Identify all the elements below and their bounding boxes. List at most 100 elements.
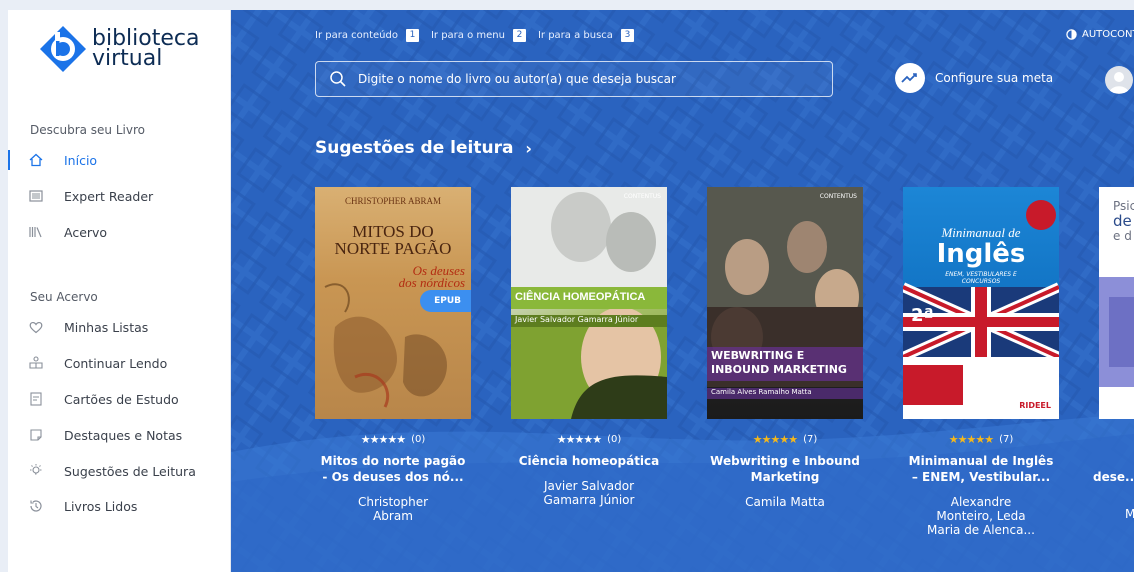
trend-icon [895, 63, 925, 93]
sidebar-item-label: Livros Lidos [64, 498, 138, 514]
book-title[interactable]: Ciência homeopática [511, 453, 667, 469]
book-title[interactable]: Webwriting e Inbound Marketing [707, 453, 863, 485]
cover-title-line: de [1113, 212, 1132, 230]
cover-author: Javier Salvador Gamarra Júnior [511, 315, 667, 327]
cover-author: Camila Alves Ramalho Matta [707, 388, 863, 399]
sidebar-item-expert-reader[interactable]: Expert Reader [8, 182, 230, 210]
sidebar-item-label: Continuar Lendo [64, 355, 168, 371]
skip-to-menu-link[interactable]: Ir para o menu 2 [431, 29, 526, 42]
skip-key: 1 [405, 29, 419, 42]
sidebar-item-label: Minhas Listas [64, 319, 149, 335]
sidebar-item-continuar-lendo[interactable]: Continuar Lendo [8, 349, 230, 377]
cover-title-line: WEBWRITING E [711, 349, 805, 362]
book-author: Christopher Abram [357, 495, 429, 523]
section-label-discover: Descubra seu Livro [30, 123, 145, 137]
book-card[interactable]: CHRISTOPHER ABRAM MITOS DO NORTE PAGÃO O… [315, 187, 471, 523]
cover-publisher: RIDEEL [1019, 401, 1051, 410]
lightbulb-icon [28, 463, 44, 479]
cover-illustration [707, 187, 863, 387]
heart-icon [28, 319, 44, 335]
cover-title-main: Inglês [936, 239, 1026, 269]
sidebar-item-livros-lidos[interactable]: Livros Lidos [8, 492, 230, 520]
cover-publisher: CONTENTUS [819, 193, 857, 200]
book-card[interactable]: Minimanual de Inglês ENEM, VESTIBULARES … [903, 187, 1059, 537]
sidebar-item-cartoes-de-estudo[interactable]: Cartões de Estudo [8, 385, 230, 413]
skip-link-label: Ir para conteúdo [315, 30, 398, 41]
cover-subtitle-line: dos nórdicos [398, 275, 465, 290]
book-card[interactable]: WEBWRITING E INBOUND MARKETING Camila Al… [707, 187, 863, 509]
library-icon [28, 224, 44, 240]
cover-title-line: INBOUND MARKETING [711, 363, 847, 376]
rating-count: (7) [803, 434, 818, 445]
book-title[interactable]: Mitos do norte pagão - Os deuses dos nó.… [315, 453, 471, 485]
skip-links: Ir para conteúdo 1 Ir para o menu 2 Ir p… [315, 29, 646, 42]
skip-link-label: Ir para a busca [537, 30, 613, 41]
user-avatar[interactable] [1105, 66, 1133, 94]
cover-author: CHRISTOPHER ABRAM [344, 196, 442, 206]
configure-goal-button[interactable]: Configure sua meta [895, 63, 1053, 93]
logo-line2: virtual [92, 46, 163, 71]
epub-badge: EPUB [420, 290, 471, 312]
logo[interactable]: biblioteca virtual [38, 24, 199, 74]
configure-goal-label: Configure sua meta [935, 71, 1054, 85]
skip-to-search-link[interactable]: Ir para a busca 3 [538, 29, 634, 42]
book-rating: ★★★★★ (7) [707, 433, 863, 446]
sidebar-item-destaques-e-notas[interactable]: Destaques e Notas [8, 421, 230, 449]
book-card[interactable]: Psic de e d ★★★★★ dese... M [1093, 187, 1134, 521]
cover-title-line: e d [1113, 229, 1132, 243]
sidebar-item-inicio[interactable]: Início [8, 146, 230, 174]
highlights-icon [28, 427, 44, 443]
section-title-text: Sugestões de leitura [315, 138, 514, 158]
book-cover[interactable]: Psic de e d [1099, 187, 1134, 419]
book-cover[interactable]: CHRISTOPHER ABRAM MITOS DO NORTE PAGÃO O… [315, 187, 471, 419]
autocontrast-toggle[interactable]: AUTOCONTRASTE [1066, 29, 1134, 40]
rating-stars-icon: ★★★★★ [360, 433, 406, 446]
search-icon [330, 71, 346, 87]
rating-count: (7) [999, 434, 1014, 445]
book-author: Javier Salvador Gamarra Júnior [543, 479, 635, 507]
section-title-suggestions[interactable]: Sugestões de leitura › [315, 138, 532, 158]
expert-reader-icon [28, 188, 44, 204]
sidebar-item-label: Expert Reader [64, 188, 154, 204]
main-content: Ir para conteúdo 1 Ir para o menu 2 Ir p… [231, 10, 1134, 572]
cover-edition: 2ª [911, 305, 934, 326]
chevron-right-icon: › [525, 138, 533, 158]
continue-reading-icon [28, 355, 44, 371]
book-cover[interactable]: CIÊNCIA HOMEOPÁTICA Javier Salvador Gama… [511, 187, 667, 419]
book-title[interactable]: Minimanual de Inglês – ENEM, Vestibular.… [903, 453, 1059, 485]
book-cover[interactable]: WEBWRITING E INBOUND MARKETING Camila Al… [707, 187, 863, 419]
search-input[interactable] [358, 72, 832, 86]
rating-count: (0) [411, 434, 426, 445]
book-title[interactable]: dese... [1093, 469, 1134, 485]
skip-link-label: Ir para o menu [430, 30, 505, 41]
skip-key: 2 [512, 29, 526, 42]
book-author: Alexandre Monteiro, Leda Maria de Alenca… [927, 495, 1035, 537]
search-bar[interactable] [315, 61, 833, 97]
rating-stars-icon: ★★★★★ [752, 433, 798, 446]
book-cover[interactable]: Minimanual de Inglês ENEM, VESTIBULARES … [903, 187, 1059, 419]
skip-key: 3 [620, 29, 634, 42]
logo-mark-icon [40, 26, 86, 72]
contrast-icon [1066, 29, 1077, 40]
sidebar-item-label: Sugestões de Leitura [64, 463, 196, 479]
home-icon [28, 152, 44, 168]
study-cards-icon [28, 391, 44, 407]
cover-title: MITOS DO NORTE PAGÃO [315, 223, 471, 257]
rating-stars-icon: ★★★★★ [556, 433, 602, 446]
cover-title-line: NORTE PAGÃO [334, 239, 452, 258]
sidebar-item-minhas-listas[interactable]: Minhas Listas [8, 313, 230, 341]
logo-text: biblioteca virtual [92, 28, 199, 71]
book-card[interactable]: CIÊNCIA HOMEOPÁTICA Javier Salvador Gama… [511, 187, 667, 507]
rating-count: (0) [607, 434, 622, 445]
book-author: Camila Matta [745, 495, 825, 509]
sidebar-item-sugestoes-de-leitura[interactable]: Sugestões de Leitura [8, 457, 230, 485]
cover-illustration [903, 200, 1059, 419]
skip-to-content-link[interactable]: Ir para conteúdo 1 [315, 29, 419, 42]
user-avatar-icon [1109, 72, 1129, 93]
sidebar-item-acervo[interactable]: Acervo [8, 218, 230, 246]
book-author: M [1125, 507, 1134, 521]
book-rating: ★★★★★ (7) [903, 433, 1059, 446]
section-label-collection: Seu Acervo [30, 290, 98, 304]
sidebar-item-label: Início [64, 152, 98, 168]
cover-title-line: MITOS DO [352, 222, 434, 241]
